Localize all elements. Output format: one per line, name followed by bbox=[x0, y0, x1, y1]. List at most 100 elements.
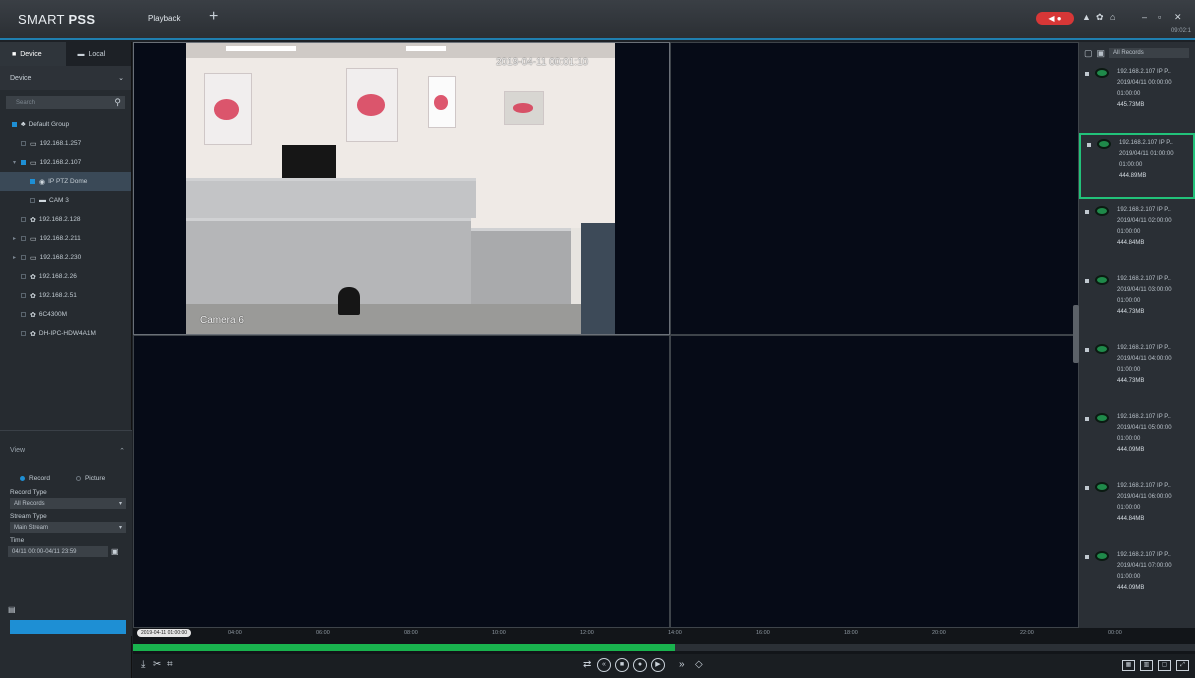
cut-icon[interactable]: ✂ bbox=[153, 659, 161, 670]
empty-segment[interactable] bbox=[675, 644, 1195, 651]
stream-type-select[interactable]: Main Stream ▾ bbox=[10, 522, 126, 533]
record-item[interactable]: 192.168.2.107 IP P.. 2019/04/11 01:00:00 0… bbox=[1079, 133, 1195, 199]
save-icon[interactable]: ▣ bbox=[1097, 48, 1106, 59]
video-window-4[interactable] bbox=[670, 335, 1079, 628]
record-item[interactable]: 192.168.2.107 IP P.. 2019/04/11 03:00:00 0… bbox=[1079, 271, 1195, 337]
calendar-icon[interactable]: ▣ bbox=[111, 547, 119, 556]
record-duration: 01:00:00 bbox=[1117, 91, 1141, 97]
close-icon[interactable]: ✕ bbox=[1174, 12, 1182, 23]
search-icon[interactable]: ⚲ bbox=[114, 97, 121, 108]
device-section-header[interactable]: Device ⌄ bbox=[0, 66, 131, 90]
checkbox[interactable] bbox=[21, 274, 26, 279]
checkbox[interactable] bbox=[21, 331, 26, 336]
record-item[interactable]: 192.168.2.107 IP P.. 2019/04/11 00:00:00 0… bbox=[1079, 64, 1195, 130]
record-item[interactable]: 192.168.2.107 IP P.. 2019/04/11 04:00:00 0… bbox=[1079, 340, 1195, 406]
user-icon[interactable]: ▲ bbox=[1082, 12, 1091, 22]
record-type-select[interactable]: All Records ▾ bbox=[10, 498, 126, 509]
time-range-field[interactable]: 04/11 00:00-04/11 23:59 bbox=[8, 546, 108, 557]
radio-picture[interactable]: Picture bbox=[75, 475, 105, 482]
record-checkbox[interactable] bbox=[1085, 417, 1089, 421]
record-item[interactable]: 192.168.2.107 IP P.. 2019/04/11 06:00:00 0… bbox=[1079, 478, 1195, 544]
record-camera-icon bbox=[1095, 206, 1109, 216]
sync-icon[interactable]: ⇄ bbox=[583, 659, 591, 670]
timeline[interactable]: 04:00 06:00 08:00 10:00 12:00 14:00 16:00 18:00… bbox=[133, 628, 1195, 654]
tree-item[interactable]: ▭ 192.168.1.257 bbox=[0, 134, 131, 153]
checkbox[interactable] bbox=[30, 198, 35, 203]
tree-item[interactable]: ♣ Default Group bbox=[0, 115, 131, 134]
record-checkbox[interactable] bbox=[1085, 210, 1089, 214]
record-icon[interactable]: ● bbox=[633, 658, 647, 672]
view-section-header[interactable]: View ⌃ bbox=[0, 430, 132, 470]
checkbox[interactable] bbox=[21, 217, 26, 222]
tree-item[interactable]: ◉ IP PTZ Dome bbox=[0, 172, 131, 191]
slow-icon[interactable]: « bbox=[597, 658, 611, 672]
checkbox[interactable] bbox=[21, 255, 26, 260]
search-button[interactable] bbox=[10, 620, 126, 634]
record-checkbox[interactable] bbox=[1085, 279, 1089, 283]
nvr-icon: ▭ bbox=[30, 254, 37, 262]
record-filter-select[interactable]: All Records bbox=[1109, 48, 1190, 58]
record-checkbox[interactable] bbox=[1085, 486, 1089, 490]
tab-device[interactable]: ■ Device bbox=[0, 42, 66, 66]
fullscreen-icon[interactable]: ⤢ bbox=[1176, 660, 1189, 671]
download-icon[interactable]: ⤓ bbox=[141, 659, 145, 670]
checkbox[interactable] bbox=[21, 312, 26, 317]
checkbox[interactable] bbox=[21, 141, 26, 146]
video-window-1[interactable]: 2019-04-11 00:01:10 Camera 6 bbox=[133, 42, 670, 335]
expand-arrow-icon[interactable]: ▸ bbox=[13, 235, 21, 242]
tab-local[interactable]: ▬ Local bbox=[66, 42, 132, 66]
fast-forward-icon[interactable]: » bbox=[679, 659, 685, 670]
settings-icon[interactable]: ✿ bbox=[1096, 12, 1104, 23]
tree-item[interactable]: ✿ DH-IPC-HDW4A1M bbox=[0, 324, 131, 343]
layout-single-icon[interactable]: ▢ bbox=[1158, 660, 1171, 671]
chevron-down-icon: ⌄ bbox=[118, 75, 124, 82]
calendar-toggle[interactable]: ▤ bbox=[0, 600, 132, 618]
record-checkbox[interactable] bbox=[1085, 555, 1089, 559]
video-window-3[interactable] bbox=[133, 335, 670, 628]
lock-icon[interactable]: ⌂ bbox=[1110, 12, 1115, 22]
recorded-segment[interactable] bbox=[133, 644, 675, 651]
expand-arrow-icon[interactable]: ▸ bbox=[13, 254, 21, 261]
tree-item[interactable]: ✿ 192.168.2.26 bbox=[0, 267, 131, 286]
record-checkbox[interactable] bbox=[1085, 348, 1089, 352]
checkbox[interactable] bbox=[21, 160, 26, 165]
record-checkbox[interactable] bbox=[1087, 143, 1091, 147]
checkbox[interactable] bbox=[30, 179, 35, 184]
timeline-tick-label: 08:00 bbox=[404, 630, 418, 636]
timeline-cursor[interactable]: 2019-04-11 01:00:00 bbox=[137, 629, 192, 637]
maximize-icon[interactable]: ▫ bbox=[1158, 12, 1161, 22]
record-item[interactable]: 192.168.2.107 IP P.. 2019/04/11 07:00:00 0… bbox=[1079, 547, 1195, 613]
tree-item[interactable]: ▬ CAM 3 bbox=[0, 191, 131, 210]
select-all-icon[interactable]: ▢ bbox=[1084, 48, 1093, 59]
search-input[interactable]: Search ⚲ bbox=[6, 96, 125, 109]
stop-icon[interactable]: ■ bbox=[615, 658, 629, 672]
add-tab-button[interactable]: + bbox=[209, 8, 218, 26]
tree-item[interactable]: ▸ ▭ 192.168.2.230 bbox=[0, 248, 131, 267]
tree-item-label: IP PTZ Dome bbox=[48, 178, 88, 185]
tree-item[interactable]: ✿ 192.168.2.128 bbox=[0, 210, 131, 229]
frame-icon[interactable]: ◇ bbox=[695, 659, 703, 670]
layout-split-icon[interactable]: ▥ bbox=[1140, 660, 1153, 671]
expand-arrow-icon[interactable]: ▾ bbox=[13, 159, 21, 166]
tab-playback[interactable]: Playback bbox=[148, 14, 180, 23]
tree-item[interactable]: ▾ ▭ 192.168.2.107 bbox=[0, 153, 131, 172]
crop-icon[interactable]: ⌗ bbox=[167, 659, 173, 670]
tree-item[interactable]: ✿ 6C4300M bbox=[0, 305, 131, 324]
video-sign bbox=[504, 91, 544, 125]
record-item[interactable]: 192.168.2.107 IP P.. 2019/04/11 05:00:00 0… bbox=[1079, 409, 1195, 475]
alarm-indicator[interactable]: ◀ ● bbox=[1036, 12, 1074, 25]
radio-record[interactable]: Record bbox=[20, 475, 50, 482]
tree-item[interactable]: ✿ 192.168.2.51 bbox=[0, 286, 131, 305]
checkbox[interactable] bbox=[21, 236, 26, 241]
layout-grid-icon[interactable]: ▦ bbox=[1122, 660, 1135, 671]
record-item[interactable]: 192.168.2.107 IP P.. 2019/04/11 02:00:00 0… bbox=[1079, 202, 1195, 268]
minimize-icon[interactable]: – bbox=[1142, 12, 1147, 22]
play-icon[interactable]: ▶ bbox=[651, 658, 665, 672]
checkbox[interactable] bbox=[21, 293, 26, 298]
timeline-tick-label: 22:00 bbox=[1020, 630, 1034, 636]
timeline-tick-label: 12:00 bbox=[580, 630, 594, 636]
checkbox[interactable] bbox=[12, 122, 17, 127]
video-window-2[interactable] bbox=[670, 42, 1079, 335]
record-checkbox[interactable] bbox=[1085, 72, 1089, 76]
tree-item[interactable]: ▸ ▭ 192.168.2.211 bbox=[0, 229, 131, 248]
